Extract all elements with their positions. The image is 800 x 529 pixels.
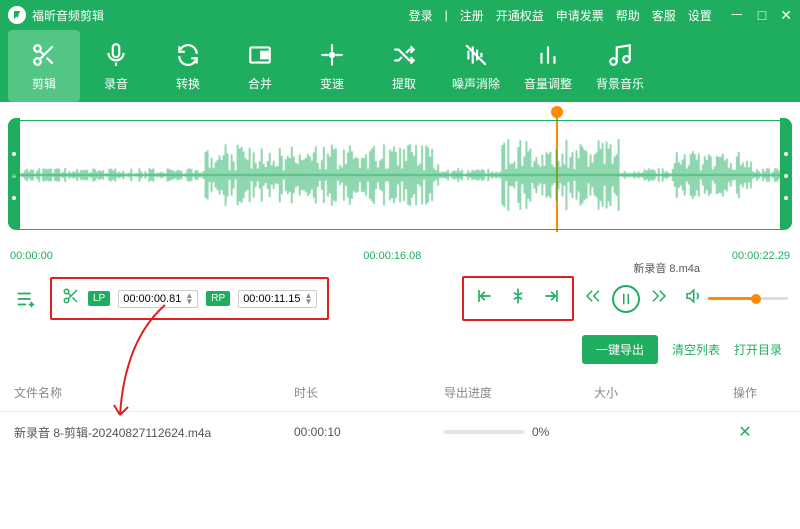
time-end: 00:00:22.29 (732, 250, 790, 262)
tool-denoise[interactable]: 噪声消除 (440, 30, 512, 102)
tool-label: 噪声消除 (452, 75, 500, 92)
tool-label: 背景音乐 (596, 75, 644, 92)
cell-duration: 00:00:10 (294, 425, 444, 439)
equalizer-icon (534, 41, 562, 69)
app-title: 福昕音频剪辑 (32, 7, 104, 24)
tool-label: 合并 (248, 75, 272, 92)
tool-label: 音量调整 (524, 75, 572, 92)
clear-list-button[interactable]: 清空列表 (672, 341, 720, 358)
tool-volume[interactable]: 音量调整 (512, 30, 584, 102)
trim-handle-right[interactable] (780, 118, 792, 230)
export-button[interactable]: 一键导出 (582, 335, 658, 364)
table-row: 新录音 8-剪辑-20240827112624.m4a 00:00:10 0% … (0, 412, 800, 452)
col-size: 大小 (594, 384, 704, 401)
denoise-icon (462, 41, 490, 69)
maximize-button[interactable]: □ (758, 8, 766, 22)
col-progress: 导出进度 (444, 384, 594, 401)
nav-help[interactable]: 帮助 (616, 7, 640, 24)
lp-tag: LP (88, 291, 110, 306)
col-op: 操作 (704, 384, 786, 401)
rp-tag: RP (206, 291, 230, 306)
tool-label: 转换 (176, 75, 200, 92)
nav-register[interactable]: 注册 (460, 7, 484, 24)
file-table: 文件名称 时长 导出进度 大小 操作 新录音 8-剪辑-202408271126… (0, 374, 800, 452)
tool-bgm[interactable]: 背景音乐 (584, 30, 656, 102)
trim-end-icon[interactable] (542, 286, 562, 311)
nav-support[interactable]: 客服 (652, 7, 676, 24)
playback-controls (584, 285, 788, 313)
time-start: 00:00:00 (10, 250, 53, 262)
speed-icon (318, 41, 346, 69)
cell-progress: 0% (444, 425, 594, 439)
waveform-canvas[interactable] (8, 120, 792, 230)
add-to-list-button[interactable] (12, 285, 40, 313)
scissors-icon (30, 41, 58, 69)
waveform-area (8, 110, 792, 250)
volume-icon[interactable] (684, 287, 702, 310)
nav-settings[interactable]: 设置 (688, 7, 712, 24)
tool-label: 提取 (392, 75, 416, 92)
nav-login[interactable]: 登录 (409, 7, 433, 24)
time-mid: 00:00:16.08 (363, 250, 421, 262)
forward-button[interactable] (650, 287, 668, 310)
tool-extract[interactable]: 提取 (368, 30, 440, 102)
scissors-icon[interactable] (62, 287, 80, 310)
tool-convert[interactable]: 转换 (152, 30, 224, 102)
lp-step-down[interactable]: ▼ (185, 299, 193, 305)
close-button[interactable]: ✕ (780, 8, 792, 22)
rp-time-input[interactable]: 00:00:11.15 ▲▼ (238, 290, 317, 308)
merge-icon (246, 41, 274, 69)
shuffle-icon (390, 41, 418, 69)
nav-sep: | (445, 8, 448, 22)
open-dir-button[interactable]: 打开目录 (734, 341, 782, 358)
tool-merge[interactable]: 合并 (224, 30, 296, 102)
play-pause-button[interactable] (612, 285, 640, 313)
col-duration: 时长 (294, 384, 444, 401)
minimize-button[interactable]: － (730, 8, 744, 22)
app-logo-icon (8, 6, 26, 24)
progress-bar (444, 430, 524, 434)
volume-slider[interactable] (708, 297, 788, 300)
current-track-name: 新录音 8.m4a (633, 260, 700, 276)
col-name: 文件名称 (14, 384, 294, 401)
tool-speed[interactable]: 变速 (296, 30, 368, 102)
tool-label: 剪辑 (32, 75, 56, 92)
music-icon (606, 41, 634, 69)
microphone-icon (102, 41, 130, 69)
tool-cut[interactable]: 剪辑 (8, 30, 80, 102)
main-toolbar: 剪辑 录音 转换 合并 变速 提取 噪声消除 音量调整 背景音乐 (0, 30, 800, 102)
titlebar: 福昕音频剪辑 登录 | 注册 开通权益 申请发票 帮助 客服 设置 － □ ✕ (0, 0, 800, 30)
rp-step-down[interactable]: ▼ (304, 299, 312, 305)
lp-time-input[interactable]: 00:00:00.81 ▲▼ (118, 290, 198, 308)
trim-controls-panel (462, 276, 574, 321)
tool-label: 变速 (320, 75, 344, 92)
delete-row-button[interactable]: ✕ (738, 424, 751, 441)
cell-name: 新录音 8-剪辑-20240827112624.m4a (14, 424, 294, 441)
refresh-icon (174, 41, 202, 69)
cut-range-panel: LP 00:00:00.81 ▲▼ RP 00:00:11.15 ▲▼ (50, 277, 329, 320)
tool-record[interactable]: 录音 (80, 30, 152, 102)
titlebar-nav: 登录 | 注册 开通权益 申请发票 帮助 客服 设置 (409, 7, 712, 24)
nav-vip[interactable]: 开通权益 (496, 7, 544, 24)
tool-label: 录音 (104, 75, 128, 92)
split-icon[interactable] (508, 286, 528, 311)
nav-invoice[interactable]: 申请发票 (556, 7, 604, 24)
rewind-button[interactable] (584, 287, 602, 310)
trim-start-icon[interactable] (474, 286, 494, 311)
